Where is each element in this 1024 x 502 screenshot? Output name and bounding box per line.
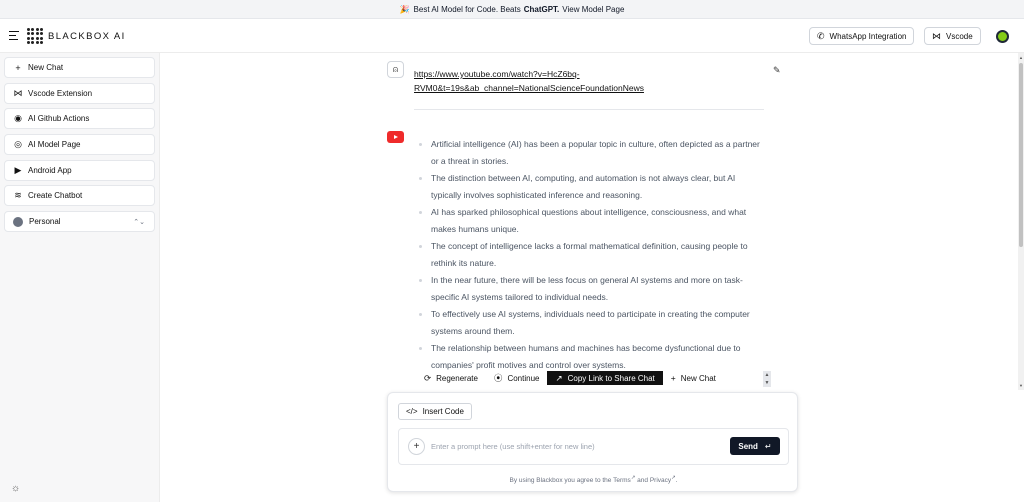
banner-text: Best AI Model for Code. Beats — [413, 4, 521, 14]
whatsapp-icon: ✆ — [817, 30, 825, 41]
attach-button[interactable]: + — [408, 438, 425, 455]
action-bar-scroll[interactable]: ▲ ▼ — [763, 371, 771, 387]
youtube-icon — [387, 131, 404, 143]
chat-actions-bar: ⟳ Regenerate ⦿ Continue ↗ Copy Link to S… — [416, 371, 770, 385]
sidebar-item-label: Personal — [29, 217, 61, 226]
page-scrollbar[interactable]: ▲ ▼ — [1018, 53, 1024, 390]
user-icon: ⍝ — [387, 61, 404, 78]
send-button[interactable]: Send ↵ — [730, 437, 780, 455]
sidebar-item-label: Create Chatbot — [28, 191, 83, 200]
settings-icon[interactable]: ☼ — [11, 483, 20, 494]
regenerate-button[interactable]: ⟳ Regenerate — [416, 371, 486, 385]
new-chat-button[interactable]: + New Chat — [663, 371, 724, 385]
vscode-icon: ⋈ — [932, 30, 941, 41]
edit-icon[interactable]: ✎ — [773, 65, 781, 76]
chevron-updown-icon: ⌃⌄ — [133, 218, 145, 226]
composer: </> Insert Code + Send ↵ By using Blackb… — [387, 392, 798, 492]
logo-text: BLACKBOX AI — [48, 30, 126, 42]
answer-bullet: The concept of intelligence lacks a form… — [414, 238, 762, 272]
sidebar-item-create-chatbot[interactable]: ≋ Create Chatbot — [4, 185, 155, 206]
scroll-down-icon[interactable]: ▼ — [1018, 383, 1024, 388]
sidebar-item-label: AI Github Actions — [28, 114, 90, 123]
sidebar-item-model-page[interactable]: ◎ AI Model Page — [4, 134, 155, 155]
message-divider — [414, 109, 764, 110]
vscode-button[interactable]: ⋈ Vscode — [924, 27, 981, 45]
copy-link-label: Copy Link to Share Chat — [567, 373, 655, 383]
sidebar-item-personal[interactable]: Personal ⌃⌄ — [4, 211, 155, 232]
sidebar-item-new-chat[interactable]: + New Chat — [4, 57, 155, 78]
prompt-input[interactable] — [431, 438, 721, 455]
code-icon: </> — [406, 407, 418, 416]
answer-bullet: The distinction between AI, computing, a… — [414, 170, 762, 204]
sidebar-item-label: Vscode Extension — [28, 89, 93, 98]
continue-label: Continue — [507, 373, 540, 383]
terms-suffix: . — [675, 477, 678, 485]
vscode-icon: ⋈ — [13, 88, 23, 98]
sidebar-item-vscode-extension[interactable]: ⋈ Vscode Extension — [4, 83, 155, 104]
regenerate-label: Regenerate — [436, 373, 478, 383]
vscode-label: Vscode — [946, 31, 973, 41]
continue-button[interactable]: ⦿ Continue — [486, 371, 548, 385]
play-store-icon: ▶ — [14, 165, 22, 175]
assistant-answer: Artificial intelligence (AI) has been a … — [414, 136, 762, 370]
layers-icon: ≋ — [14, 190, 22, 200]
privacy-link[interactable]: Privacy — [650, 477, 671, 484]
sidebar-item-github-actions[interactable]: ◉ AI Github Actions — [4, 108, 155, 129]
sidebar-item-label: AI Model Page — [28, 140, 81, 149]
user-message-link[interactable]: https://www.youtube.com/watch?v=HcZ6bq-R… — [414, 67, 694, 95]
prompt-box: + Send ↵ — [398, 428, 789, 465]
new-chat-label: New Chat — [680, 373, 716, 383]
banner-highlight: ChatGPT. — [523, 4, 560, 14]
plus-icon: + — [15, 62, 21, 73]
whatsapp-label: WhatsApp Integration — [829, 31, 907, 41]
plus-icon: + — [670, 373, 676, 383]
github-icon: ◉ — [14, 113, 22, 123]
answer-bullet: Artificial intelligence (AI) has been a … — [414, 136, 762, 170]
send-label: Send — [738, 441, 758, 451]
sidebar-item-android-app[interactable]: ▶ Android App — [4, 160, 155, 181]
copy-link-button[interactable]: ↗ Copy Link to Share Chat — [547, 371, 663, 385]
scroll-up-icon[interactable]: ▲ — [1018, 55, 1024, 60]
terms-and: and — [637, 477, 649, 485]
user-avatar[interactable] — [996, 30, 1009, 43]
sidebar-item-label: New Chat — [28, 63, 64, 72]
answer-bullet: In the near future, there will be less f… — [414, 272, 762, 306]
answer-bullet: AI has sparked philosophical questions a… — [414, 204, 762, 238]
external-link-icon: ↗ — [630, 475, 636, 481]
promo-banner[interactable]: 🎉 Best AI Model for Code. Beats ChatGPT.… — [0, 0, 1024, 19]
answer-bullet: The relationship between humans and mach… — [414, 340, 762, 370]
avatar — [13, 216, 23, 227]
answer-bullet: To effectively use AI systems, individua… — [414, 306, 762, 340]
sidebar: + New Chat ⋈ Vscode Extension ◉ AI Githu… — [0, 53, 160, 502]
refresh-icon: ⟳ — [424, 372, 432, 383]
play-circle-icon: ⦿ — [493, 373, 503, 383]
terms-link[interactable]: Terms — [613, 477, 631, 484]
terms-notice: By using Blackbox you agree to the Terms… — [388, 475, 799, 484]
enter-icon: ↵ — [764, 441, 772, 451]
share-icon: ↗ — [555, 372, 563, 383]
whatsapp-integration-button[interactable]: ✆ WhatsApp Integration — [809, 27, 915, 45]
insert-code-button[interactable]: </> Insert Code — [398, 403, 472, 420]
banner-link[interactable]: View Model Page — [562, 5, 624, 14]
menu-icon[interactable] — [9, 31, 19, 41]
scrollbar-thumb[interactable] — [1019, 63, 1023, 247]
logo[interactable]: BLACKBOX AI — [27, 28, 126, 44]
terms-prefix: By using Blackbox you agree to the — [509, 477, 612, 485]
sparkle-icon: 🎉 — [399, 4, 410, 14]
blackbox-logo-icon — [27, 28, 43, 44]
sidebar-item-label: Android App — [28, 166, 72, 175]
target-icon: ◎ — [14, 139, 22, 149]
insert-code-label: Insert Code — [422, 407, 464, 416]
